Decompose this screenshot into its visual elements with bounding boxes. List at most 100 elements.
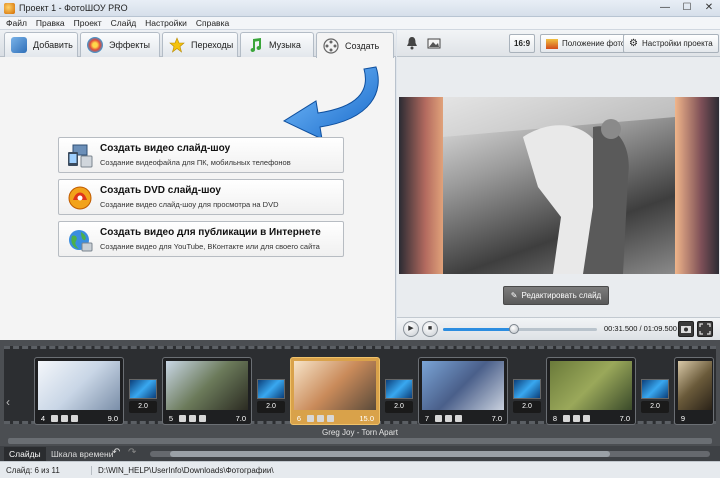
slide-number: 9 — [680, 414, 686, 423]
option-subtitle: Создание видеофайла для ПК, мобильных те… — [100, 158, 291, 167]
edit-slide-button[interactable]: ✎ Редактировать слайд — [503, 286, 609, 305]
slide-image — [166, 361, 248, 410]
slide-number: 8 — [552, 414, 558, 423]
slide-thumbnail[interactable]: 4 9.0 — [34, 357, 124, 425]
menu-file[interactable]: Файл — [6, 18, 27, 28]
slide-number: 4 — [40, 414, 46, 423]
music-note-icon — [247, 37, 263, 53]
seek-handle[interactable] — [508, 324, 519, 334]
tab-slides[interactable]: Слайды — [4, 447, 46, 461]
bell-icon[interactable] — [405, 36, 419, 50]
transition-thumbnail[interactable]: 2.0 — [513, 379, 541, 413]
zoom-icon[interactable] — [445, 415, 452, 422]
transition-thumbnail[interactable]: 2.0 — [385, 379, 413, 413]
tab-effects[interactable]: Эффекты — [80, 32, 160, 57]
transition-image — [129, 379, 157, 399]
add-photos-icon — [11, 37, 27, 53]
create-web-video-button[interactable]: Создать видео для публикации в Интернете… — [58, 221, 344, 257]
status-bar: Слайд: 6 из 11 D:\WIN_HELP\UserInfo\Down… — [0, 461, 720, 478]
slide-duration: 7.0 — [491, 414, 502, 423]
tab-music[interactable]: Музыка — [240, 32, 314, 57]
create-dvd-slideshow-button[interactable]: Создать DVD слайд-шоу Создание видео сла… — [58, 179, 344, 215]
sound-icon[interactable] — [71, 415, 78, 422]
project-settings-label: Настройки проекта — [641, 39, 713, 48]
hint-arrow-icon — [282, 66, 379, 140]
edit-icon[interactable] — [563, 415, 570, 422]
globe-icon — [69, 230, 93, 252]
seek-bar[interactable] — [443, 324, 597, 334]
aspect-ratio-button[interactable]: 16:9 — [509, 34, 535, 53]
sound-icon[interactable] — [199, 415, 206, 422]
stop-button[interactable]: ■ — [422, 321, 438, 337]
slide-thumbnail[interactable]: 7 7.0 — [418, 357, 508, 425]
edit-icon[interactable] — [179, 415, 186, 422]
tab-effects-label: Эффекты — [109, 40, 150, 50]
transition-image — [257, 379, 285, 399]
sound-icon[interactable] — [583, 415, 590, 422]
slide-footer: 8 7.0 — [550, 413, 632, 424]
slide-footer: 6 15.0 — [294, 413, 376, 424]
menu-slide[interactable]: Слайд — [111, 18, 137, 28]
title-bar: Проект 1 - ФотоШОУ PRO — ☐ ✕ — [0, 0, 720, 17]
edit-icon[interactable] — [435, 415, 442, 422]
sound-icon[interactable] — [327, 415, 334, 422]
tab-transitions-label: Переходы — [191, 40, 234, 50]
menu-settings[interactable]: Настройки — [145, 18, 187, 28]
photo-position-button[interactable]: Положение фото — [540, 34, 632, 53]
transition-thumbnail[interactable]: 2.0 — [641, 379, 669, 413]
gear-icon: ⚙ — [629, 38, 638, 49]
edit-icon[interactable] — [307, 415, 314, 422]
tab-create[interactable]: Создать — [316, 32, 394, 58]
minimize-button[interactable]: — — [656, 1, 674, 15]
slide-image — [38, 361, 120, 410]
slide-number: 6 — [296, 414, 302, 423]
slide-number: 5 — [168, 414, 174, 423]
undo-icon[interactable]: ↶ — [112, 447, 120, 458]
timeline-scrollbar[interactable] — [150, 451, 710, 457]
tab-transitions[interactable]: Переходы — [162, 32, 238, 57]
play-button[interactable]: ▶ — [403, 321, 419, 337]
preview-right-blur — [675, 97, 719, 274]
zoom-icon[interactable] — [61, 415, 68, 422]
zoom-icon[interactable] — [317, 415, 324, 422]
edit-icon[interactable] — [51, 415, 58, 422]
slide-thumbnail[interactable]: 9 — [674, 357, 714, 425]
zoom-icon[interactable] — [189, 415, 196, 422]
slide-footer: 7 7.0 — [422, 413, 504, 424]
menu-help[interactable]: Справка — [196, 18, 229, 28]
create-video-slideshow-button[interactable]: Создать видео слайд-шоу Создание видеофа… — [58, 137, 344, 173]
option-subtitle: Создание видео для YouTube, ВКонтакте ил… — [100, 242, 320, 251]
project-settings-button[interactable]: ⚙ Настройки проекта — [623, 34, 719, 53]
scroll-left-icon[interactable]: ‹ — [6, 395, 14, 409]
tab-add[interactable]: Добавить — [4, 32, 78, 57]
menu-edit[interactable]: Правка — [36, 18, 65, 28]
preview-image — [443, 97, 675, 274]
transition-image — [513, 379, 541, 399]
slide-thumbnail[interactable]: 8 7.0 — [546, 357, 636, 425]
effects-palette-icon — [87, 37, 103, 53]
slide-thumbnail-selected[interactable]: 6 15.0 — [290, 357, 380, 425]
transition-duration: 2.0 — [513, 401, 541, 413]
maximize-button[interactable]: ☐ — [678, 1, 696, 15]
tab-timeline[interactable]: Шкала времени — [46, 447, 118, 461]
zoom-icon[interactable] — [573, 415, 580, 422]
app-logo-icon — [4, 2, 15, 14]
scrollbar-thumb[interactable] — [170, 451, 610, 457]
option-subtitle: Создание видео слайд-шоу для просмотра н… — [100, 200, 279, 209]
music-track-bar[interactable] — [8, 438, 712, 444]
photo-position-label: Положение фото — [562, 39, 626, 48]
close-button[interactable]: ✕ — [700, 1, 718, 15]
slide-image — [678, 361, 712, 410]
right-panel: 16:9 Положение фото ⚙ Настройки проекта … — [397, 30, 720, 340]
photo-icon[interactable] — [427, 36, 441, 50]
transition-thumbnail[interactable]: 2.0 — [129, 379, 157, 413]
film-strip: ‹ › 4 9.0 2.0 5 7.0 — [4, 346, 716, 425]
pencil-icon: ✎ — [510, 291, 518, 300]
slide-thumbnail[interactable]: 5 7.0 — [162, 357, 252, 425]
sound-icon[interactable] — [455, 415, 462, 422]
redo-icon[interactable]: ↷ — [128, 447, 136, 458]
fullscreen-button[interactable] — [697, 321, 713, 337]
transition-thumbnail[interactable]: 2.0 — [257, 379, 285, 413]
snapshot-button[interactable] — [678, 321, 694, 337]
menu-project[interactable]: Проект — [74, 18, 102, 28]
